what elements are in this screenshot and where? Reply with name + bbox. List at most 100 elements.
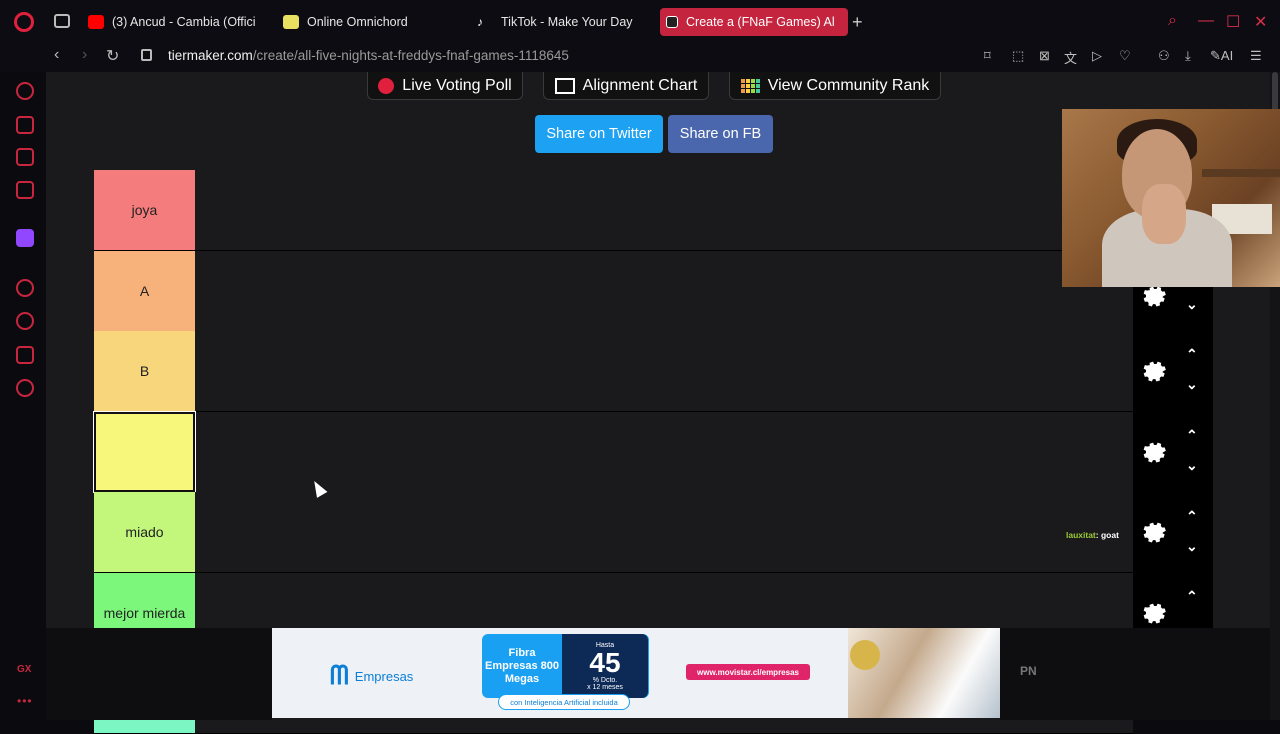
move-up-icon[interactable]: ⌃	[1186, 346, 1198, 363]
gear-icon[interactable]	[1139, 599, 1167, 627]
ad-side-left	[46, 628, 272, 720]
omnichord-icon	[283, 15, 299, 29]
ad-badge-icon	[850, 640, 880, 670]
gear-icon[interactable]	[1139, 357, 1167, 385]
button-label: View Community Rank	[767, 76, 930, 94]
ad-url[interactable]: www.movistar.cl/empresas	[686, 664, 810, 680]
tab-omnichord[interactable]: Online Omnichord	[277, 8, 457, 36]
ad-side-right	[1000, 628, 1270, 720]
ad-offer-box: Fibra Empresas 800 Megas Hasta 45 % Dcto…	[482, 634, 649, 698]
ad-brand: ᗰ Empresas	[330, 660, 413, 692]
music-player-icon[interactable]	[16, 279, 34, 297]
webcam-shelf	[1202, 169, 1280, 177]
tab-label: (3) Ancud - Cambia (Offici	[112, 15, 256, 29]
tab-label: Create a (FNaF Games) Al	[686, 15, 835, 29]
menu-icon[interactable]: ☰	[1250, 48, 1262, 64]
play-icon[interactable]: ▷	[1092, 48, 1102, 64]
speed-dial-icon[interactable]	[16, 82, 34, 100]
url-path: /create/all-five-nights-at-freddys-fnaf-…	[252, 48, 569, 63]
move-down-icon[interactable]: ⌄	[1186, 538, 1198, 555]
move-down-icon[interactable]: ⌄	[1186, 376, 1198, 393]
more-icon[interactable]: •••	[17, 694, 33, 708]
move-up-icon[interactable]: ⌃	[1186, 588, 1198, 605]
share-twitter-button[interactable]: Share on Twitter	[535, 115, 663, 153]
gx-control-icon[interactable]	[16, 116, 34, 134]
translate-icon[interactable]: 文	[1064, 48, 1077, 67]
search-tabs-icon[interactable]: ⌕	[1168, 12, 1177, 30]
back-icon[interactable]: ‹	[54, 46, 59, 64]
gear-icon[interactable]	[1139, 518, 1167, 546]
lock-icon	[141, 49, 152, 61]
tab-tiktok[interactable]: ♪ TikTok - Make Your Day	[471, 8, 651, 36]
forward-icon[interactable]: ›	[82, 46, 87, 64]
ad-offer-left: Fibra Empresas 800 Megas	[485, 646, 559, 685]
gear-icon[interactable]	[1139, 438, 1167, 466]
tier-row-a: A	[94, 251, 1133, 332]
chat-text: : goat	[1095, 530, 1119, 540]
live-voting-poll-button[interactable]: Live Voting Poll	[367, 72, 523, 100]
move-down-icon[interactable]: ⌄	[1186, 296, 1198, 313]
tab-youtube[interactable]: (3) Ancud - Cambia (Offici	[82, 8, 262, 36]
close-icon[interactable]: ✕	[1254, 12, 1267, 32]
account-icon[interactable]: ⚇	[1158, 48, 1170, 64]
maximize-icon[interactable]: ☐	[1226, 12, 1240, 32]
stream-chat-message: lauxitat: goat	[1066, 530, 1119, 540]
tier-controls	[1133, 286, 1213, 648]
tier-row-joya: joya	[94, 170, 1133, 251]
settings-icon[interactable]	[16, 379, 34, 397]
move-up-icon[interactable]: ⌃	[1186, 508, 1198, 525]
webcam-overlay	[1062, 109, 1280, 287]
extensions-icon[interactable]	[16, 346, 34, 364]
messenger-icon[interactable]	[16, 181, 34, 199]
button-label: Alignment Chart	[582, 76, 698, 94]
tier-label[interactable]: miado	[94, 492, 195, 572]
ad-offer-right: Hasta 45 % Dcto. x 12 meses	[562, 634, 648, 698]
alignment-grid-icon	[554, 77, 575, 94]
tab-tiermaker[interactable]: Create a (FNaF Games) Al	[660, 8, 848, 36]
community-grid-icon	[740, 78, 760, 93]
tab-label: Online Omnichord	[307, 15, 408, 29]
ad-months: x 12 meses	[587, 683, 623, 691]
bookmark-icon[interactable]: ⌑	[984, 48, 991, 64]
heart-icon[interactable]: ♡	[1119, 48, 1131, 64]
movistar-logo-icon: ᗰ	[330, 660, 349, 690]
adblock-icon[interactable]: ⊠	[1039, 48, 1050, 64]
url-host: tiermaker.com	[168, 48, 253, 63]
tab-sidebar-icon[interactable]	[54, 14, 70, 28]
tab-label: TikTok - Make Your Day	[501, 15, 633, 29]
chat-user: lauxitat	[1066, 530, 1096, 540]
button-label: Live Voting Poll	[402, 76, 512, 94]
reload-icon[interactable]: ↻	[106, 46, 119, 66]
tier-row-b: B	[94, 331, 1133, 412]
snapshot-icon[interactable]: ⬚	[1012, 48, 1024, 64]
ad-dcto: % Dcto.	[592, 676, 618, 684]
history-icon[interactable]	[16, 312, 34, 330]
ad-percent: 45	[589, 646, 621, 678]
minimize-icon[interactable]: —	[1198, 12, 1214, 30]
move-up-icon[interactable]: ⌃	[1186, 427, 1198, 444]
share-fb-button[interactable]: Share on FB	[668, 115, 773, 153]
move-down-icon[interactable]: ⌄	[1186, 457, 1198, 474]
ad-banner[interactable]: ᗰ Empresas Fibra Empresas 800 Megas Hast…	[272, 628, 1000, 718]
tiermaker-icon	[666, 16, 678, 28]
new-tab-button[interactable]: +	[852, 12, 863, 33]
twitch-icon[interactable]	[16, 229, 34, 247]
gx-label: GX	[17, 664, 32, 675]
download-icon[interactable]: ⤓	[1185, 48, 1191, 64]
ai-icon[interactable]: ✎AI	[1210, 48, 1233, 64]
ad-brand-label: Empresas	[354, 668, 414, 684]
pn-label: PN	[1020, 664, 1037, 678]
tier-label[interactable]: A	[94, 251, 195, 331]
opera-logo-icon[interactable]	[14, 12, 34, 32]
alignment-chart-button[interactable]: Alignment Chart	[543, 72, 709, 100]
tier-row-miado: miado	[94, 492, 1133, 573]
tier-label[interactable]: B	[94, 331, 195, 411]
youtube-icon	[88, 15, 104, 29]
tier-row-empty	[93, 411, 1133, 493]
url-field[interactable]: tiermaker.com/create/all-five-nights-at-…	[168, 48, 569, 63]
gx-corner-icon[interactable]	[16, 148, 34, 166]
ad-pill: con Inteligencia Artificial incluida	[498, 694, 630, 710]
tier-label[interactable]: joya	[94, 170, 195, 250]
view-community-rank-button[interactable]: View Community Rank	[729, 72, 941, 100]
tier-label-editing[interactable]	[93, 411, 196, 493]
